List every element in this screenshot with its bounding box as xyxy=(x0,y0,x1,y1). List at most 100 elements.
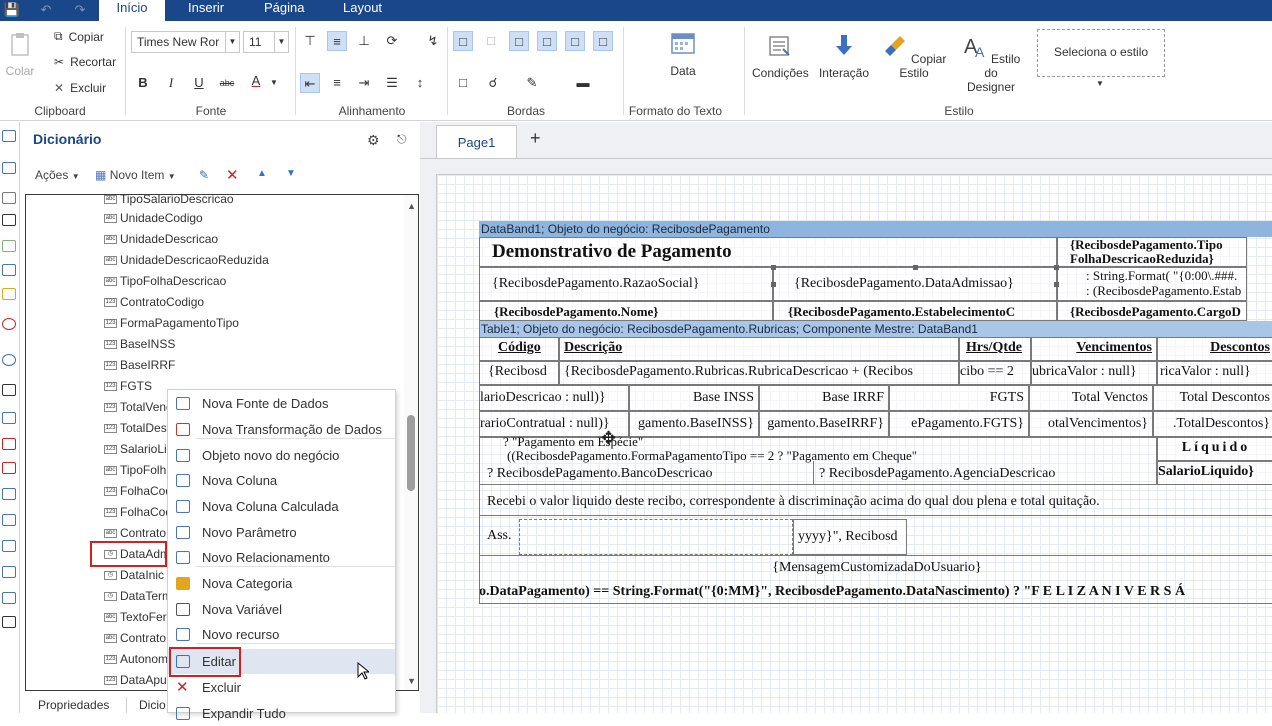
align-bottom-icon[interactable]: ⊥ xyxy=(354,31,374,51)
undo-icon[interactable]: ↶ xyxy=(36,0,56,21)
row-codigo-cell[interactable]: {Recibosd xyxy=(479,361,559,385)
tree-item[interactable]: abc UnidadeDescricaoReduzida xyxy=(104,250,269,270)
context-menu-item[interactable]: Objeto novo do negócio xyxy=(168,443,395,468)
tree-item[interactable]: 123 Autonom xyxy=(104,649,168,669)
rotate-text-icon[interactable]: ⟳ xyxy=(382,31,402,51)
selection-handle[interactable] xyxy=(1054,282,1059,287)
align-middle-icon[interactable]: ≡ xyxy=(327,31,347,51)
total-descontos-value[interactable]: .TotalDescontos} xyxy=(1153,411,1272,437)
codigo-header[interactable]: Código xyxy=(479,337,559,361)
row-descricao-cell[interactable]: {RecibosdePagamento.Rubricas.RubricaDesc… xyxy=(559,361,959,385)
tree-item[interactable]: abc Contrato xyxy=(104,523,166,543)
tree-scrollbar[interactable]: ▲ ▼ xyxy=(404,195,418,690)
new-item-menu[interactable]: ▦ Novo Item ▼ xyxy=(95,168,176,182)
salario-descricao-cell[interactable]: larioDescricao : null)} xyxy=(479,385,629,411)
tree-item[interactable]: ◷ DataInic xyxy=(104,565,164,585)
table-band-header[interactable]: Table1; Objeto do negócio: RecibosdePaga… xyxy=(479,321,1272,337)
border-box-icon[interactable]: □ xyxy=(453,73,473,93)
data-format-button[interactable]: Data xyxy=(660,31,706,78)
base-irrf-label[interactable]: Base IRRF xyxy=(759,385,889,411)
chevron-down-icon[interactable]: ▼ xyxy=(264,73,284,93)
selection-handle[interactable] xyxy=(771,265,776,270)
border-all-icon[interactable]: □ xyxy=(453,31,473,51)
conditions-button[interactable]: Condições xyxy=(752,33,809,80)
save-icon[interactable]: 💾 xyxy=(2,0,22,21)
descricao-header[interactable]: Descrição xyxy=(559,337,959,361)
interaction-button[interactable]: Interação xyxy=(816,33,872,80)
tab-layout[interactable]: Layout xyxy=(339,0,386,21)
tab-inserir[interactable]: Inserir xyxy=(184,0,228,21)
align-top-icon[interactable]: ⊤ xyxy=(300,31,320,51)
align-center-icon[interactable]: ≡ xyxy=(327,73,347,93)
string-format-cell[interactable]: : String.Format( "{0:00\.###. : (Recibos… xyxy=(1057,267,1247,301)
razao-social-cell[interactable]: {RecibosdePagamento.RazaoSocial} xyxy=(479,267,773,301)
tab-dictionary[interactable]: Dicio xyxy=(126,697,166,713)
row-hrs-cell[interactable]: cibo == 2 xyxy=(959,361,1031,385)
justify-icon[interactable]: ☰ xyxy=(382,73,402,93)
base-inss-label[interactable]: Base INSS xyxy=(629,385,759,411)
align-left-icon[interactable]: ⇤ xyxy=(300,73,320,93)
row-descontos-cell[interactable]: ricaValor : null} xyxy=(1157,361,1272,385)
tree-item[interactable]: abc TipoFolhaDescricao xyxy=(104,271,226,291)
tree-item[interactable]: 123 TotalDesc xyxy=(104,418,173,438)
strikethrough-button[interactable]: abc xyxy=(217,73,237,93)
tree-item[interactable]: 123 FolhaCod xyxy=(104,502,172,522)
border-none-icon[interactable]: □ xyxy=(481,31,501,51)
font-color-button[interactable]: A xyxy=(246,71,266,91)
redo-icon[interactable]: ↷ xyxy=(70,0,90,21)
component-icon[interactable] xyxy=(2,540,16,552)
scroll-down-icon[interactable]: ▼ xyxy=(407,676,416,686)
component-icon[interactable] xyxy=(2,384,16,396)
chart-icon[interactable] xyxy=(2,288,16,300)
nome-cell[interactable]: {RecibosdePagamento.Nome} xyxy=(479,301,773,321)
scroll-up-icon[interactable]: ▲ xyxy=(407,201,416,211)
component-icon[interactable] xyxy=(2,438,16,450)
tab-pagina[interactable]: Página xyxy=(260,0,308,21)
tab-page1[interactable]: Page1 xyxy=(436,125,517,159)
border-style-icon[interactable]: ▬ xyxy=(568,73,598,93)
date-cell[interactable]: yyyy}", Recibosd xyxy=(793,519,907,555)
selection-handle[interactable] xyxy=(913,265,918,270)
descontos-header[interactable]: Descontos xyxy=(1157,337,1272,361)
border-right-icon[interactable]: □ xyxy=(565,31,585,51)
tree-item[interactable]: abc UnidadeDescricao xyxy=(104,229,218,249)
bold-button[interactable]: B xyxy=(133,73,153,93)
copy-style-button[interactable]: Copiar Estilo xyxy=(878,33,950,80)
tree-item[interactable]: 123 BaseINSS xyxy=(104,334,175,354)
barcode-icon[interactable] xyxy=(2,214,16,226)
component-icon[interactable] xyxy=(2,412,16,424)
context-menu-item[interactable]: Nova Coluna xyxy=(168,468,395,493)
tab-inicio[interactable]: Início xyxy=(99,0,165,21)
font-size-select[interactable]: 11 ▼ xyxy=(243,31,289,53)
add-page-button[interactable]: + xyxy=(530,128,541,149)
fgts-label[interactable]: FGTS xyxy=(889,385,1029,411)
tree-item[interactable]: 123 FormaPagamentoTipo xyxy=(104,313,239,333)
gauge-icon[interactable] xyxy=(2,318,16,330)
component-icon[interactable] xyxy=(2,192,16,204)
globe-icon[interactable] xyxy=(2,354,16,366)
italic-button[interactable]: I xyxy=(161,73,181,93)
tree-item[interactable]: abc TipoSalarioDescricao xyxy=(104,195,234,209)
scroll-thumb[interactable] xyxy=(407,415,415,491)
context-menu-item[interactable]: Nova Fonte de Dados xyxy=(168,391,395,416)
tree-item[interactable]: abc TextoFer xyxy=(104,607,167,627)
component-icon[interactable] xyxy=(2,514,16,526)
underline-button[interactable]: U xyxy=(189,73,209,93)
liquido-label[interactable]: Líquido xyxy=(1157,437,1272,461)
gear-icon[interactable]: ⚙ xyxy=(367,132,380,149)
pin-icon[interactable]: ⎋ xyxy=(397,132,407,147)
estab-cell[interactable]: {RecibosdePagamento.EstabelecimentoC xyxy=(773,301,1057,321)
selection-handle[interactable] xyxy=(1054,265,1059,270)
fill-color-icon[interactable]: ☌ xyxy=(483,73,503,93)
hrs-qtde-header[interactable]: Hrs/Qtde xyxy=(959,337,1031,361)
row-vencimentos-cell[interactable]: ubricaValor : null} xyxy=(1031,361,1157,385)
tree-item[interactable]: 123 FolhaCod xyxy=(104,481,172,501)
total-descontos-label[interactable]: Total Descontos xyxy=(1153,385,1272,411)
move-down-icon[interactable]: ▼ xyxy=(286,168,296,179)
cut-button[interactable]: ✂ Recortar xyxy=(54,55,116,69)
databand-header[interactable]: DataBand1; Objeto do negócio: RecibosdeP… xyxy=(479,221,1272,237)
actions-menu[interactable]: Ações ▼ xyxy=(35,168,80,182)
chevron-down-icon[interactable]: ▼ xyxy=(1096,79,1104,88)
move-up-icon[interactable]: ▲ xyxy=(257,168,267,179)
context-menu-item[interactable]: Novo Parâmetro xyxy=(168,520,395,545)
